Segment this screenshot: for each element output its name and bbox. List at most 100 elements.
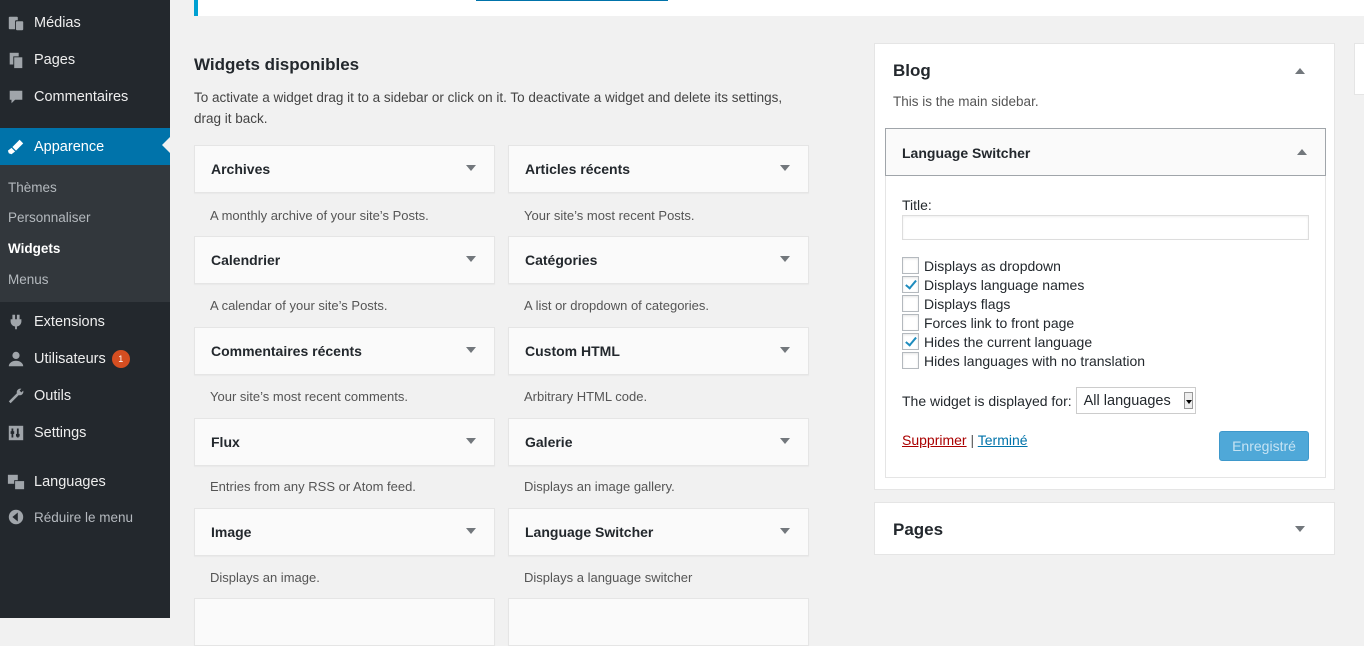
menu-item-users[interactable]: Utilisateurs 1: [0, 342, 170, 376]
chevron-down-icon[interactable]: [780, 438, 790, 444]
chevron-down-icon[interactable]: [466, 165, 476, 171]
option-force-front-page[interactable]: Forces link to front page: [902, 314, 1074, 331]
available-widgets-title: Widgets disponibles: [194, 55, 360, 74]
sidebar-description: This is the main sidebar.: [893, 94, 1039, 109]
widget-title: Language Switcher: [902, 145, 1031, 161]
widget-language-switcher[interactable]: Language Switcher: [508, 508, 809, 556]
checkbox[interactable]: [902, 276, 919, 293]
select-value: All languages: [1083, 392, 1171, 409]
widget-title: Custom HTML: [525, 343, 620, 359]
checkbox[interactable]: [902, 314, 919, 331]
sidebar-title: Pages: [893, 520, 944, 539]
chevron-down-icon[interactable]: [780, 256, 790, 262]
widget-description: Entries from any RSS or Atom feed.: [210, 479, 416, 494]
separator: |: [970, 432, 975, 448]
widget-title: Commentaires récents: [211, 343, 362, 359]
submenu-item-themes[interactable]: Thèmes: [8, 180, 57, 195]
option-label: Hides the current language: [924, 333, 1093, 350]
sidebar-partial: [1354, 43, 1364, 95]
media-icon: [6, 13, 26, 33]
menu-item-comments[interactable]: Commentaires: [0, 80, 170, 114]
widget-partial[interactable]: [508, 598, 809, 646]
delete-link[interactable]: Supprimer: [902, 432, 967, 448]
widget-title: Articles récents: [525, 161, 631, 177]
option-flags[interactable]: Displays flags: [902, 295, 1010, 312]
update-count-badge: 1: [111, 350, 130, 368]
display-for-row: The widget is displayed for: All languag…: [902, 387, 1196, 414]
chevron-down-icon[interactable]: [780, 165, 790, 171]
users-icon: [6, 349, 26, 369]
menu-item-plugins[interactable]: Extensions: [0, 305, 170, 339]
menu-label: Pages: [34, 52, 76, 68]
chevron-up-icon[interactable]: [1295, 68, 1305, 74]
submenu-item-customize[interactable]: Personnaliser: [8, 210, 91, 225]
widget-description: Displays a language switcher: [524, 570, 693, 585]
widget-partial[interactable]: [194, 598, 495, 646]
comments-icon: [6, 87, 26, 107]
widget-categories[interactable]: Catégories: [508, 236, 809, 284]
chevron-up-icon[interactable]: [1297, 149, 1307, 155]
option-hide-current[interactable]: Hides the current language: [902, 333, 1092, 350]
widget-recent-posts[interactable]: Articles récents: [508, 145, 809, 193]
widget-title: Catégories: [525, 252, 598, 268]
sidebar-blog: Blog This is the main sidebar. Language …: [874, 43, 1335, 490]
chevron-down-icon[interactable]: [466, 528, 476, 534]
widget-description: Displays an image.: [210, 570, 320, 585]
available-widgets-description: To activate a widget drag it to a sideba…: [194, 90, 783, 126]
language-select[interactable]: All languages: [1075, 387, 1196, 414]
widget-gallery[interactable]: Galerie: [508, 418, 809, 466]
pages-icon: [6, 50, 26, 70]
menu-label: Languages: [34, 474, 106, 490]
menu-label: Médias: [34, 15, 81, 31]
widget-rss[interactable]: Flux: [194, 418, 495, 466]
save-button[interactable]: Enregistré: [1219, 431, 1309, 461]
widget-recent-comments[interactable]: Commentaires récents: [194, 327, 495, 375]
menu-item-pages[interactable]: Pages: [0, 43, 170, 77]
widget-calendar[interactable]: Calendrier: [194, 236, 495, 284]
collapse-icon: [6, 507, 26, 527]
chevron-down-icon[interactable]: [466, 256, 476, 262]
chevron-down-icon[interactable]: [466, 347, 476, 353]
option-label: Displays flags: [924, 295, 1011, 312]
title-field-label: Title:: [902, 197, 932, 213]
widget-custom-html[interactable]: Custom HTML: [508, 327, 809, 375]
widget-title: Archives: [211, 161, 271, 177]
chevron-down-icon[interactable]: [780, 347, 790, 353]
menu-label: Settings: [34, 425, 87, 441]
sidebar-pages[interactable]: Pages: [874, 502, 1335, 555]
dropdown-arrow-icon: [1183, 392, 1193, 409]
widget-image[interactable]: Image: [194, 508, 495, 556]
widget-title: Calendrier: [211, 252, 281, 268]
sidebar-title[interactable]: Blog: [893, 61, 931, 81]
chevron-down-icon[interactable]: [466, 438, 476, 444]
option-language-names[interactable]: Displays language names: [902, 276, 1084, 293]
chevron-down-icon[interactable]: [780, 528, 790, 534]
option-hide-untranslated[interactable]: Hides languages with no translation: [902, 352, 1145, 369]
checkbox[interactable]: [902, 352, 919, 369]
menu-item-settings[interactable]: Settings: [0, 416, 170, 450]
menu-item-languages[interactable]: Languages: [0, 465, 170, 499]
menu-item-tools[interactable]: Outils: [0, 379, 170, 413]
checkbox[interactable]: [902, 295, 919, 312]
option-dropdown[interactable]: Displays as dropdown: [902, 257, 1061, 274]
settings-icon: [6, 423, 26, 443]
menu-item-media[interactable]: Médias: [0, 6, 170, 40]
notice-link[interactable]: [476, 0, 668, 1]
checkbox[interactable]: [902, 333, 919, 350]
widget-description: A monthly archive of your site’s Posts.: [210, 208, 429, 223]
widget-archives[interactable]: Archives: [194, 145, 495, 193]
sidebar-widget-language-switcher: Language Switcher Title: Displays as dro…: [885, 128, 1326, 478]
widget-description: A list or dropdown of categories.: [524, 298, 709, 313]
widget-description: Your site’s most recent Posts.: [524, 208, 695, 223]
display-for-label: The widget is displayed for:: [902, 392, 1072, 409]
menu-item-appearance[interactable]: Apparence: [0, 128, 170, 165]
title-input[interactable]: [902, 215, 1309, 240]
submenu-item-menus[interactable]: Menus: [8, 272, 49, 287]
widget-header[interactable]: Language Switcher: [885, 128, 1326, 176]
option-label: Displays language names: [924, 276, 1085, 293]
collapse-menu-button[interactable]: Réduire le menu: [0, 500, 170, 534]
chevron-down-icon[interactable]: [1295, 526, 1305, 532]
done-link[interactable]: Terminé: [978, 432, 1028, 448]
checkbox[interactable]: [902, 257, 919, 274]
submenu-item-widgets[interactable]: Widgets: [8, 241, 60, 256]
